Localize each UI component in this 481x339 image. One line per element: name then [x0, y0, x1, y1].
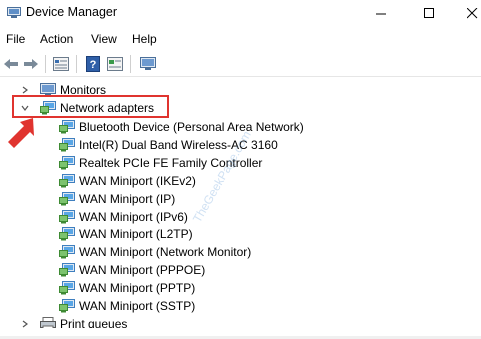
- network-adapter-icon: [59, 245, 75, 259]
- back-icon: [4, 58, 18, 69]
- tree-node-label: WAN Miniport (IP): [79, 191, 176, 206]
- network-adapter-icon: [59, 281, 75, 295]
- network-adapter-icon: [59, 120, 75, 134]
- tree-node-print-queues[interactable]: Print queues: [20, 315, 127, 328]
- network-adapter-icon: [59, 173, 75, 188]
- tree-node-label: WAN Miniport (L2TP): [79, 227, 193, 242]
- help-icon: ?: [86, 55, 100, 72]
- menu-view[interactable]: View: [91, 32, 117, 46]
- monitor-icon: [140, 56, 156, 70]
- menu-help[interactable]: Help: [132, 32, 157, 46]
- update-driver-button[interactable]: [106, 55, 124, 72]
- printer-icon: [40, 317, 56, 328]
- minimize-icon: [375, 13, 386, 15]
- network-adapter-icon: [59, 155, 75, 170]
- toolbar-separator: [45, 55, 46, 73]
- scan-hardware-button[interactable]: [139, 55, 157, 72]
- tree-node-adapter[interactable]: WAN Miniport (PPPOE): [59, 261, 205, 279]
- window-title: Device Manager: [26, 5, 118, 19]
- annotation-highlight-box: [12, 95, 169, 118]
- tree-node-label: Print queues: [60, 317, 128, 328]
- minimize-button[interactable]: [361, 0, 401, 27]
- update-driver-icon: [107, 56, 123, 71]
- tree-node-label: WAN Miniport (IPv6): [79, 209, 188, 224]
- title-bar: Device Manager: [0, 0, 481, 27]
- tree-node-label: Bluetooth Device (Personal Area Network): [79, 120, 304, 134]
- tree-node-adapter[interactable]: WAN Miniport (Network Monitor): [59, 243, 251, 261]
- tree-node-adapter[interactable]: WAN Miniport (L2TP): [59, 225, 193, 243]
- network-adapter-icon: [59, 227, 75, 241]
- close-icon: [466, 8, 477, 19]
- forward-icon: [24, 58, 38, 69]
- chevron-right-icon[interactable]: [20, 319, 30, 328]
- device-tree: Monitors Network adapters Bluetooth Devi…: [0, 78, 478, 328]
- tree-node-label: WAN Miniport (PPPOE): [79, 263, 206, 278]
- properties-icon: [53, 56, 69, 71]
- tree-node-adapter[interactable]: Bluetooth Device (Personal Area Network): [59, 118, 304, 136]
- tree-node-adapter[interactable]: WAN Miniport (PPTP): [59, 279, 195, 297]
- tree-node-label: WAN Miniport (IKEv2): [79, 173, 196, 188]
- toolbar-separator: [130, 55, 131, 73]
- tree-node-label: WAN Miniport (PPTP): [79, 281, 196, 296]
- tree-node-label: WAN Miniport (SSTP): [79, 299, 196, 313]
- menu-action[interactable]: Action: [40, 32, 73, 46]
- properties-button[interactable]: [52, 55, 70, 72]
- network-adapter-icon: [59, 137, 75, 152]
- menu-file[interactable]: File: [6, 32, 25, 46]
- network-adapter-icon: [59, 263, 75, 277]
- svg-text:?: ?: [90, 59, 97, 71]
- tree-node-adapter[interactable]: WAN Miniport (IKEv2): [59, 172, 196, 190]
- toolbar: ?: [0, 51, 481, 77]
- tree-node-adapter[interactable]: WAN Miniport (IPv6): [59, 208, 188, 226]
- forward-button[interactable]: [22, 55, 40, 72]
- annotation-arrow-icon: [8, 118, 34, 148]
- back-button[interactable]: [2, 55, 20, 72]
- device-manager-app-icon: [7, 7, 21, 18]
- network-adapter-icon: [59, 191, 75, 206]
- tree-node-adapter[interactable]: WAN Miniport (SSTP): [59, 297, 195, 315]
- maximize-button[interactable]: [409, 0, 449, 27]
- toolbar-separator: [76, 55, 77, 73]
- menu-bar: File Action View Help: [0, 29, 481, 49]
- network-adapter-icon: [59, 299, 75, 313]
- help-button[interactable]: ?: [84, 55, 102, 72]
- maximize-icon: [423, 8, 434, 18]
- chevron-right-icon[interactable]: [20, 85, 30, 95]
- tree-node-label: WAN Miniport (Network Monitor): [79, 245, 252, 260]
- close-button[interactable]: [452, 0, 481, 27]
- tree-node-adapter[interactable]: WAN Miniport (IP): [59, 190, 175, 208]
- network-adapter-icon: [59, 209, 75, 223]
